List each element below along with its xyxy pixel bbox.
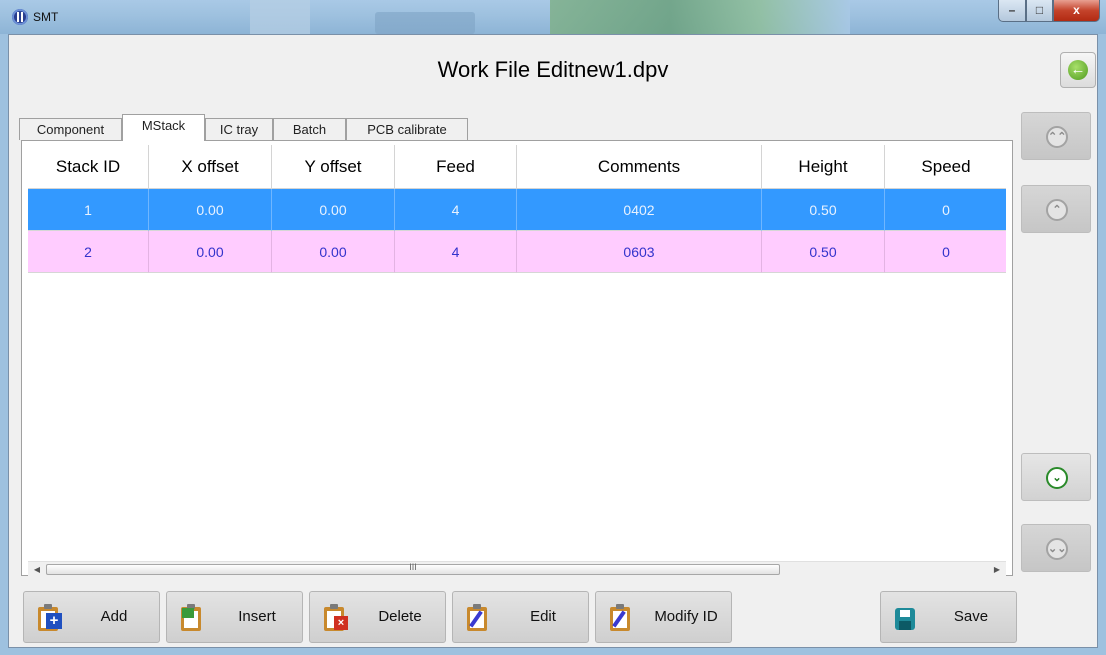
table-cell[interactable]: 1 <box>28 189 149 231</box>
column-header[interactable]: Feed <box>395 145 517 189</box>
scrollbar-grip: III <box>409 562 417 572</box>
table-row[interactable]: 2 0.00 0.00 4 0603 0.50 0 <box>28 231 1006 273</box>
app-title: SMT <box>33 10 59 24</box>
table-cell[interactable]: 0 <box>885 231 1006 273</box>
table-cell[interactable]: 0603 <box>517 231 762 273</box>
minimize-button[interactable]: – <box>998 0 1026 22</box>
modify-id-button[interactable]: Modify ID <box>595 591 732 643</box>
modify-id-label: Modify ID <box>654 608 718 625</box>
window-frame-left <box>0 34 8 655</box>
client-area: Work File Editnew1.dpv ← Component MStac… <box>8 34 1098 648</box>
titlebar-backdrop <box>375 12 475 34</box>
close-button[interactable]: x <box>1053 0 1100 22</box>
clipboard-insert-icon <box>179 604 205 632</box>
column-header[interactable]: X offset <box>149 145 272 189</box>
add-label: Add <box>100 608 128 625</box>
table-header: Stack ID X offset Y offset Feed Comments… <box>28 145 1006 189</box>
table-cell[interactable]: 0.50 <box>762 231 885 273</box>
scroll-right-icon[interactable]: ▶ <box>990 564 1004 576</box>
tab-batch[interactable]: Batch <box>273 118 346 140</box>
page-up-button[interactable]: ⌃⌃ <box>1021 112 1091 160</box>
clipboard-add-icon: + <box>36 604 62 632</box>
insert-button[interactable]: Insert <box>166 591 303 643</box>
clipboard-delete-icon: × <box>322 604 348 632</box>
save-button[interactable]: Save <box>880 591 1017 643</box>
page-down-button[interactable]: ⌄⌄ <box>1021 524 1091 572</box>
table-cell[interactable]: 0.00 <box>272 189 395 231</box>
window-frame-right <box>1098 34 1106 655</box>
scroll-left-icon[interactable]: ◀ <box>30 564 44 576</box>
mstack-table: Stack ID X offset Y offset Feed Comments… <box>28 145 1006 557</box>
tab-component[interactable]: Component <box>19 118 122 140</box>
tab-pcb-calibrate[interactable]: PCB calibrate <box>346 118 468 140</box>
chevron-down-icon: ⌄ <box>1046 467 1068 489</box>
arrow-left-circle-icon: ← <box>1068 60 1088 80</box>
table-cell[interactable]: 2 <box>28 231 149 273</box>
insert-label: Insert <box>238 608 276 625</box>
delete-label: Delete <box>378 608 422 625</box>
clipboard-edit-icon <box>465 604 491 632</box>
titlebar-backdrop <box>250 0 310 34</box>
scrollbar-thumb[interactable]: III <box>46 562 780 575</box>
column-header[interactable]: Speed <box>885 145 1006 189</box>
table-cell[interactable]: 0402 <box>517 189 762 231</box>
table-row[interactable]: 1 0.00 0.00 4 0402 0.50 0 <box>28 189 1006 231</box>
maximize-icon: □ <box>1035 3 1044 17</box>
maximize-button[interactable]: □ <box>1026 0 1053 22</box>
edit-button[interactable]: Edit <box>452 591 589 643</box>
column-header[interactable]: Y offset <box>272 145 395 189</box>
delete-button[interactable]: × Delete <box>309 591 446 643</box>
floppy-disk-icon <box>893 604 919 632</box>
minimize-icon: – <box>1008 3 1016 17</box>
table-cell[interactable]: 4 <box>395 189 517 231</box>
table-cell[interactable]: 0.00 <box>149 189 272 231</box>
column-header[interactable]: Height <box>762 145 885 189</box>
tab-mstack[interactable]: MStack <box>122 114 205 141</box>
chevron-up-icon: ⌃ <box>1046 199 1068 221</box>
clipboard-edit-icon <box>608 604 634 632</box>
table-cell[interactable]: 0.00 <box>272 231 395 273</box>
column-header[interactable]: Stack ID <box>28 145 149 189</box>
table-cell[interactable]: 0.50 <box>762 189 885 231</box>
window-frame-bottom <box>0 648 1106 655</box>
table-cell[interactable]: 0 <box>885 189 1006 231</box>
horizontal-scrollbar[interactable]: ◀ III ▶ <box>28 561 1006 577</box>
page-title: Work File Editnew1.dpv <box>437 57 669 82</box>
titlebar-backdrop <box>550 0 850 34</box>
table-cell[interactable]: 4 <box>395 231 517 273</box>
back-glyph: ← <box>1070 61 1086 78</box>
save-label: Save <box>953 608 989 625</box>
tab-ic-tray[interactable]: IC tray <box>205 118 273 140</box>
app-icon <box>12 9 28 25</box>
edit-label: Edit <box>530 608 556 625</box>
mstack-table-panel: Stack ID X offset Y offset Feed Comments… <box>21 140 1013 577</box>
line-down-button[interactable]: ⌄ <box>1021 453 1091 501</box>
back-button[interactable]: ← <box>1060 52 1096 88</box>
window-titlebar: SMT – □ x <box>0 0 1106 34</box>
close-icon: x <box>1073 3 1080 17</box>
double-chevron-down-icon: ⌄⌄ <box>1046 538 1068 560</box>
table-cell[interactable]: 0.00 <box>149 231 272 273</box>
line-up-button[interactable]: ⌃ <box>1021 185 1091 233</box>
column-header[interactable]: Comments <box>517 145 762 189</box>
add-button[interactable]: + Add <box>23 591 160 643</box>
double-chevron-up-icon: ⌃⌃ <box>1046 126 1068 148</box>
